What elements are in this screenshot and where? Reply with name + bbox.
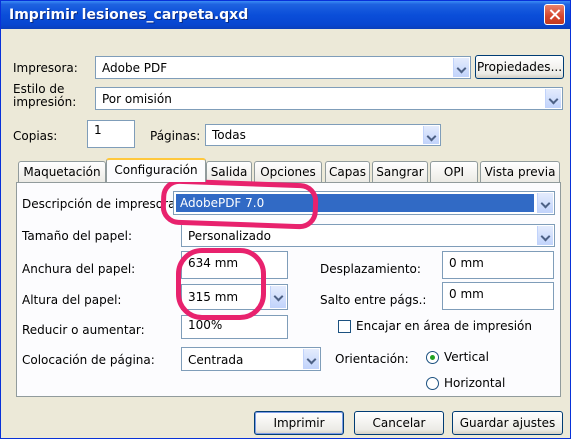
- orientation-label: Orientación:: [335, 352, 409, 366]
- pages-label: Páginas:: [150, 129, 201, 143]
- fit-print-area-label: Encajar en área de impresión: [356, 319, 532, 333]
- page-placement-value: Centrada: [188, 353, 244, 367]
- printer-label: Impresora:: [13, 61, 78, 75]
- print-style-label: Estilo de impresión:: [13, 83, 76, 109]
- print-style-label-line2: impresión:: [13, 95, 77, 109]
- save-settings-button[interactable]: Guardar ajustes: [452, 411, 563, 435]
- tab-opciones[interactable]: Opciones: [254, 161, 322, 182]
- print-style-label-line1: Estilo de: [13, 82, 65, 96]
- pages-select[interactable]: Todas: [205, 124, 441, 146]
- annotation-highlight-printer: [160, 178, 319, 230]
- chevron-down-icon[interactable]: [303, 349, 319, 369]
- tab-configuracion[interactable]: Configuración: [106, 158, 206, 182]
- printer-select[interactable]: Adobe PDF: [95, 56, 471, 79]
- offset-label: Desplazamiento:: [320, 262, 421, 276]
- fit-print-area-checkbox[interactable]: [338, 320, 351, 333]
- window-title: Imprimir lesiones_carpeta.qxd: [9, 7, 249, 23]
- print-style-value: Por omisión: [102, 92, 172, 106]
- properties-button[interactable]: Propiedades...: [475, 55, 564, 79]
- copies-input[interactable]: 1: [87, 120, 135, 148]
- chevron-down-icon[interactable]: [537, 193, 553, 213]
- tab-salida[interactable]: Salida: [206, 161, 252, 182]
- paper-height-label: Altura del papel:: [22, 293, 122, 307]
- orientation-horizontal-label: Horizontal: [444, 376, 506, 390]
- copies-label: Copias:: [13, 129, 58, 143]
- scale-label: Reducir o aumentar:: [22, 323, 145, 337]
- orientation-horizontal-radio[interactable]: [426, 377, 439, 390]
- paper-width-label: Anchura del papel:: [22, 262, 136, 276]
- chevron-down-icon[interactable]: [545, 89, 561, 108]
- annotation-highlight-dimensions: [176, 248, 266, 320]
- close-icon[interactable]: [544, 4, 565, 25]
- paper-size-select[interactable]: Personalizado: [181, 224, 555, 247]
- chevron-down-icon[interactable]: [270, 286, 286, 308]
- pages-value: Todas: [212, 128, 246, 142]
- title-bar[interactable]: Imprimir lesiones_carpeta.qxd: [1, 1, 570, 29]
- orientation-vertical-radio[interactable]: [426, 351, 439, 364]
- tab-maquetacion[interactable]: Maquetación: [18, 161, 106, 182]
- tab-vista-previa[interactable]: Vista previa: [480, 161, 560, 182]
- cancel-button[interactable]: Cancelar: [354, 411, 444, 435]
- chevron-down-icon[interactable]: [423, 126, 439, 144]
- tab-capas[interactable]: Capas: [325, 161, 370, 182]
- print-dialog: Imprimir lesiones_carpeta.qxd Impresora:…: [0, 0, 571, 439]
- printer-description-label: Descripción de impresora:: [22, 197, 180, 211]
- paper-size-value: Personalizado: [188, 229, 271, 243]
- chevron-down-icon[interactable]: [537, 226, 553, 245]
- offset-input[interactable]: 0 mm: [442, 251, 554, 279]
- tab-opi[interactable]: OPI: [430, 161, 478, 182]
- printer-value: Adobe PDF: [102, 61, 168, 75]
- page-gap-input[interactable]: 0 mm: [442, 282, 554, 310]
- chevron-down-icon[interactable]: [453, 58, 469, 77]
- orientation-vertical-label: Vertical: [444, 350, 489, 364]
- print-button[interactable]: Imprimir: [254, 411, 344, 435]
- print-style-select[interactable]: Por omisión: [95, 87, 563, 110]
- page-placement-label: Colocación de página:: [22, 353, 155, 367]
- paper-size-label: Tamaño del papel:: [22, 229, 132, 243]
- page-placement-select[interactable]: Centrada: [181, 347, 321, 371]
- page-gap-label: Salto entre págs.:: [320, 293, 427, 307]
- tab-sangrar[interactable]: Sangrar: [372, 161, 428, 182]
